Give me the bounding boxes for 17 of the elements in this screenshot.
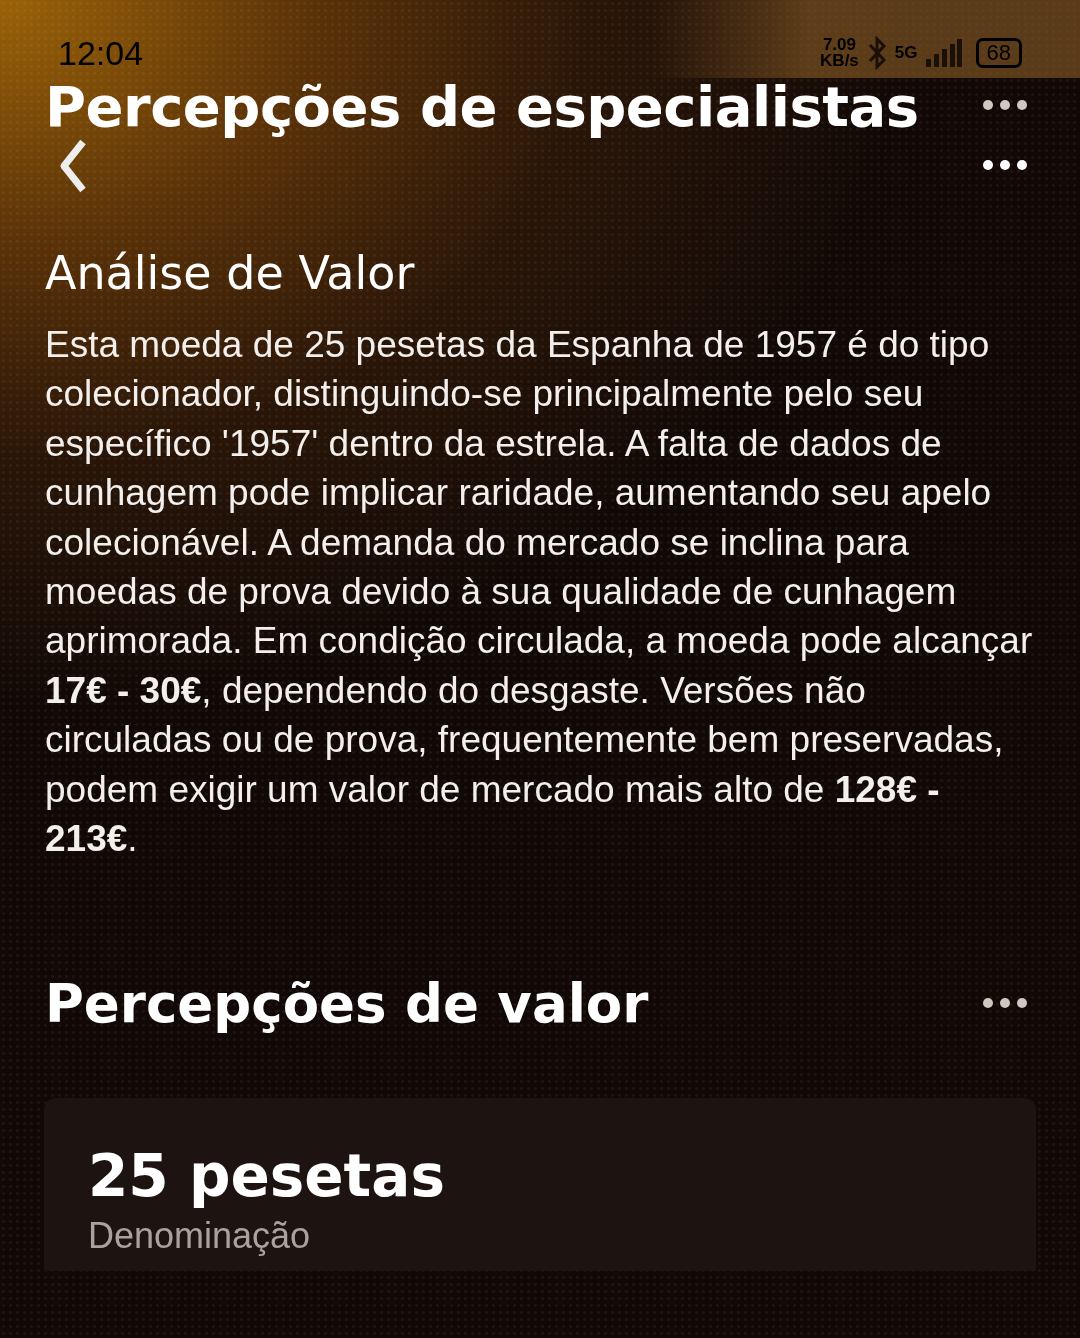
network-speed: 7.09 — [821, 37, 857, 53]
card-label: Denominação — [88, 1215, 311, 1258]
back-button[interactable] — [58, 139, 88, 193]
clock-time: 12:04 — [58, 33, 145, 73]
signal-icon — [925, 39, 962, 67]
speed-unit: KB/s — [820, 53, 859, 69]
card-value: 25 pesetas — [88, 1146, 445, 1208]
more-icon[interactable] — [982, 996, 1028, 1009]
battery-level: 68 — [975, 38, 1022, 68]
bluetooth-icon — [866, 36, 887, 70]
section-heading: Análise de Valor — [45, 246, 416, 300]
network-type: 5G — [894, 43, 918, 63]
analysis-paragraph: Esta moeda de 25 pesetas da Espanha de 1957 é do tipo colecionador, distinguindo-se principalmente pelo seu específico '1957' dentro da estrela. A falta de dados de cunhagem pode implicar raridade, aumentando seu apelo colecionável. A demanda do mercado se inclina para moedas de prova devido à sua qualidade de cunhagem aprimorada. Em condição circulada, a moeda pode alcançar 17€ - 30€, dependendo do desgaste. Versões não circuladas ou de prova, frequentemente bem preservadas, podem exigir um valor de mercado mais alto de 128€ - 213€. — [45, 323, 1034, 862]
more-icon[interactable] — [982, 159, 1028, 171]
section-heading: Percepções de valor — [45, 973, 649, 1035]
page-title: Percepções de especialistas — [45, 73, 920, 139]
more-icon[interactable] — [982, 99, 1028, 111]
